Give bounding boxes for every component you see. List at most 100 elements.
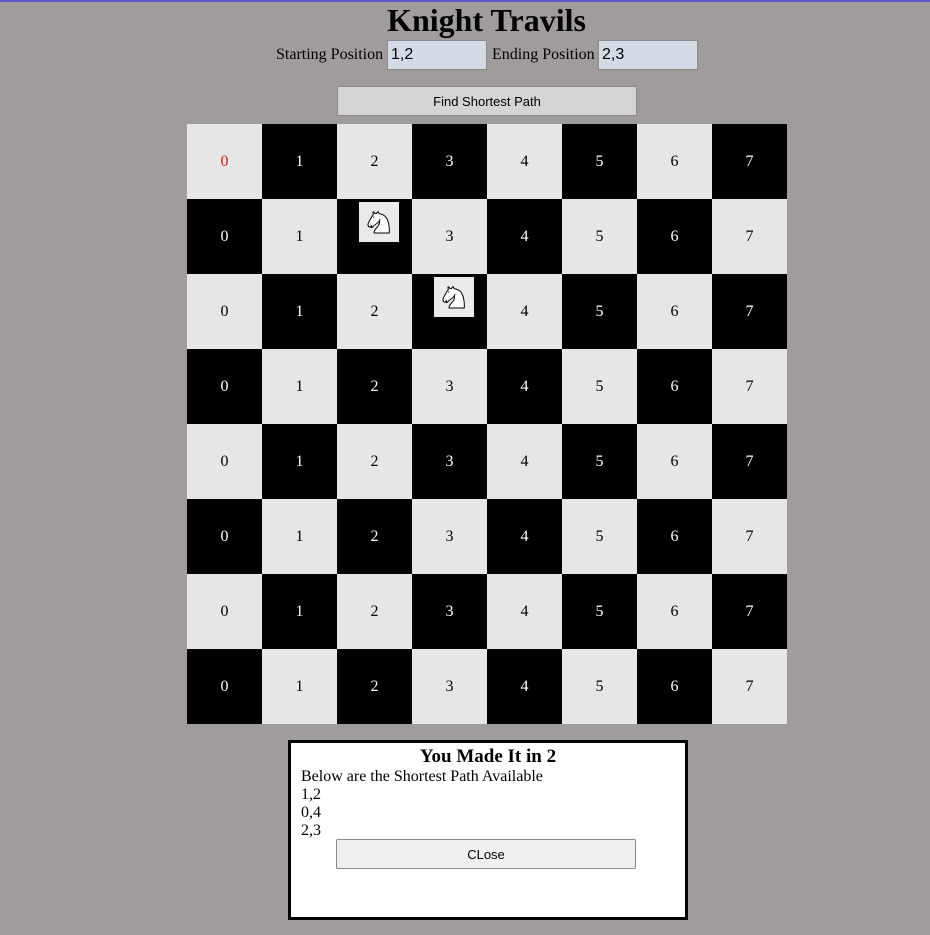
- board-cell-7-0[interactable]: 0: [187, 649, 262, 724]
- starting-position-label: Starting Position: [276, 46, 384, 63]
- board-cell-6-1[interactable]: 1: [262, 574, 337, 649]
- cell-label: 2: [370, 377, 379, 395]
- board-cell-3-4[interactable]: 4: [487, 349, 562, 424]
- board-cell-7-7[interactable]: 7: [712, 649, 787, 724]
- board-cell-5-7[interactable]: 7: [712, 499, 787, 574]
- board-cell-0-6[interactable]: 6: [637, 124, 712, 199]
- board-cell-4-7[interactable]: 7: [712, 424, 787, 499]
- board-cell-7-5[interactable]: 5: [562, 649, 637, 724]
- board-cell-7-1[interactable]: 1: [262, 649, 337, 724]
- find-shortest-path-button[interactable]: Find Shortest Path: [337, 86, 637, 116]
- close-button[interactable]: CLose: [336, 839, 636, 869]
- board-cell-2-1[interactable]: 1: [262, 274, 337, 349]
- board-cell-1-1[interactable]: 1: [262, 199, 337, 274]
- cell-label: 7: [745, 452, 754, 470]
- board-cell-6-2[interactable]: 2: [337, 574, 412, 649]
- board-cell-7-6[interactable]: 6: [637, 649, 712, 724]
- board-cell-3-5[interactable]: 5: [562, 349, 637, 424]
- cell-label: 7: [745, 152, 754, 170]
- board-cell-7-3[interactable]: 3: [412, 649, 487, 724]
- board-cell-0-5[interactable]: 5: [562, 124, 637, 199]
- board-cell-3-2[interactable]: 2: [337, 349, 412, 424]
- cell-label: 5: [595, 602, 604, 620]
- board-cell-5-3[interactable]: 3: [412, 499, 487, 574]
- cell-label: 0: [220, 677, 229, 695]
- board-cell-2-7[interactable]: 7: [712, 274, 787, 349]
- board-cell-0-0[interactable]: 0: [187, 124, 262, 199]
- board-cell-5-4[interactable]: 4: [487, 499, 562, 574]
- board-cell-4-3[interactable]: 3: [412, 424, 487, 499]
- board-cell-5-5[interactable]: 5: [562, 499, 637, 574]
- cell-label: 6: [670, 677, 679, 695]
- cell-label: 3: [445, 527, 454, 545]
- cell-label: 0: [220, 302, 229, 320]
- ending-position-input[interactable]: [598, 40, 698, 70]
- board-cell-4-4[interactable]: 4: [487, 424, 562, 499]
- board-cell-2-6[interactable]: 6: [637, 274, 712, 349]
- cell-label: 7: [745, 227, 754, 245]
- board-cell-0-1[interactable]: 1: [262, 124, 337, 199]
- board-cell-1-2[interactable]: 2: [337, 199, 412, 274]
- board-cell-1-3[interactable]: 3: [412, 199, 487, 274]
- board-cell-0-7[interactable]: 7: [712, 124, 787, 199]
- cell-label: 5: [595, 302, 604, 320]
- board-cell-2-5[interactable]: 5: [562, 274, 637, 349]
- cell-label: 2: [370, 302, 379, 320]
- starting-position-input[interactable]: [387, 40, 487, 70]
- cell-label: 5: [595, 677, 604, 695]
- board-cell-3-6[interactable]: 6: [637, 349, 712, 424]
- board-cell-1-5[interactable]: 5: [562, 199, 637, 274]
- board-cell-0-3[interactable]: 3: [412, 124, 487, 199]
- cell-label: 7: [745, 302, 754, 320]
- cell-label: 2: [370, 527, 379, 545]
- board-cell-7-2[interactable]: 2: [337, 649, 412, 724]
- board-cell-4-1[interactable]: 1: [262, 424, 337, 499]
- board-cell-0-2[interactable]: 2: [337, 124, 412, 199]
- board-cell-6-6[interactable]: 6: [637, 574, 712, 649]
- board-cell-5-1[interactable]: 1: [262, 499, 337, 574]
- cell-label: 5: [595, 452, 604, 470]
- board-cell-4-0[interactable]: 0: [187, 424, 262, 499]
- board-cell-5-0[interactable]: 0: [187, 499, 262, 574]
- modal-subtitle: Below are the Shortest Path Available: [301, 768, 543, 785]
- board-cell-2-2[interactable]: 2: [337, 274, 412, 349]
- path-step: 1,2: [301, 786, 321, 803]
- board-cell-3-1[interactable]: 1: [262, 349, 337, 424]
- board-cell-3-7[interactable]: 7: [712, 349, 787, 424]
- cell-label: 4: [520, 227, 529, 245]
- board-cell-2-3[interactable]: 3: [412, 274, 487, 349]
- cell-label: 0: [220, 227, 229, 245]
- board-cell-3-0[interactable]: 0: [187, 349, 262, 424]
- cell-label: 6: [670, 377, 679, 395]
- board-cell-4-5[interactable]: 5: [562, 424, 637, 499]
- board-cell-4-2[interactable]: 2: [337, 424, 412, 499]
- board-cell-2-4[interactable]: 4: [487, 274, 562, 349]
- board-cell-1-4[interactable]: 4: [487, 199, 562, 274]
- cell-label: 3: [445, 452, 454, 470]
- cell-label: 0: [220, 527, 229, 545]
- cell-label: 2: [370, 152, 379, 170]
- board-cell-6-0[interactable]: 0: [187, 574, 262, 649]
- board-cell-1-7[interactable]: 7: [712, 199, 787, 274]
- board-cell-0-4[interactable]: 4: [487, 124, 562, 199]
- board-cell-5-6[interactable]: 6: [637, 499, 712, 574]
- cell-label: 4: [520, 602, 529, 620]
- board-cell-7-4[interactable]: 4: [487, 649, 562, 724]
- board-cell-1-0[interactable]: 0: [187, 199, 262, 274]
- board-cell-6-4[interactable]: 4: [487, 574, 562, 649]
- board-cell-3-3[interactable]: 3: [412, 349, 487, 424]
- cell-label: 0: [220, 452, 229, 470]
- board-cell-6-7[interactable]: 7: [712, 574, 787, 649]
- knight-icon: [359, 202, 399, 242]
- cell-label: 5: [595, 527, 604, 545]
- board-cell-6-5[interactable]: 5: [562, 574, 637, 649]
- board-cell-4-6[interactable]: 6: [637, 424, 712, 499]
- board-cell-6-3[interactable]: 3: [412, 574, 487, 649]
- board-cell-2-0[interactable]: 0: [187, 274, 262, 349]
- page-title: Knight Travils: [387, 2, 586, 38]
- cell-label: 6: [670, 602, 679, 620]
- cell-label: 6: [670, 152, 679, 170]
- board-cell-1-6[interactable]: 6: [637, 199, 712, 274]
- cell-label: 1: [295, 302, 304, 320]
- board-cell-5-2[interactable]: 2: [337, 499, 412, 574]
